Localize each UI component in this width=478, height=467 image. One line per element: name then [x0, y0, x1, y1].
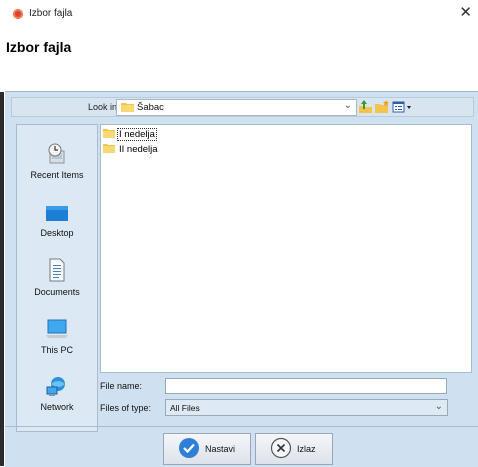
recent-items-icon — [17, 143, 97, 167]
look-in-bar: Look in: Šabac ⌄ — [11, 97, 474, 117]
file-name-field[interactable] — [165, 378, 447, 394]
sidebar-item-desktop[interactable]: Desktop — [17, 203, 97, 238]
file-type-label: Files of type: — [100, 403, 152, 413]
ok-button-label: Nastavi — [205, 444, 236, 454]
sidebar-item-recent-items[interactable]: Recent Items — [17, 143, 97, 180]
dialog-heading: Izbor fajla — [6, 39, 72, 55]
file-name: II nedelja — [119, 143, 158, 155]
file-type-select[interactable]: All Files ⌄ — [165, 399, 448, 416]
app-icon — [13, 9, 23, 19]
sidebar-item-network[interactable]: Network — [17, 375, 97, 412]
button-divider — [5, 426, 478, 427]
look-in-combo[interactable]: Šabac ⌄ — [116, 99, 357, 116]
chooser-panel: Look in: Šabac ⌄ Recent Items Desktop Do… — [5, 91, 478, 467]
look-in-value: Šabac — [137, 102, 164, 113]
window-title: Izbor fajla — [29, 8, 73, 19]
sidebar-item-label: Network — [40, 402, 74, 412]
documents-icon — [17, 258, 97, 284]
file-list[interactable]: I nedelja II nedelja — [100, 124, 472, 373]
sidebar-item-label: Desktop — [40, 228, 74, 238]
places-sidebar: Recent Items Desktop Documents This PC N… — [16, 124, 98, 432]
ok-button[interactable]: Nastavi — [163, 433, 251, 465]
cancel-button-label: Izlaz — [297, 444, 316, 454]
check-icon — [178, 437, 200, 461]
new-folder-icon[interactable] — [375, 100, 390, 114]
view-menu-icon[interactable] — [392, 100, 414, 114]
folder-icon — [121, 102, 134, 112]
file-type-value: All Files — [170, 403, 200, 413]
chevron-down-icon: ⌄ — [343, 100, 352, 111]
sidebar-item-documents[interactable]: Documents — [17, 258, 97, 297]
file-name: I nedelja — [117, 127, 157, 141]
file-chooser-window: Izbor fajla ✕ Izbor fajla Look in: Šabac… — [0, 0, 478, 467]
sidebar-item-label: This PC — [40, 345, 73, 355]
close-icon[interactable]: ✕ — [459, 3, 472, 21]
folder-icon — [103, 143, 115, 156]
chevron-down-icon: ⌄ — [434, 401, 443, 412]
file-name-label: File name: — [100, 381, 143, 391]
sidebar-item-this-pc[interactable]: This PC — [17, 318, 97, 355]
cancel-x-icon — [270, 437, 292, 461]
look-in-label: Look in: — [88, 102, 120, 112]
up-one-level-icon[interactable] — [358, 100, 373, 114]
sidebar-item-label: Documents — [34, 287, 80, 297]
desktop-icon — [17, 203, 97, 225]
this-pc-icon — [17, 318, 97, 342]
list-item[interactable]: II nedelja — [103, 143, 159, 155]
list-item[interactable]: I nedelja — [103, 127, 157, 141]
title-bar[interactable]: Izbor fajla ✕ — [4, 0, 478, 40]
network-icon — [17, 375, 97, 399]
sidebar-item-label: Recent Items — [30, 170, 84, 180]
cancel-button[interactable]: Izlaz — [255, 433, 333, 465]
window-left-edge — [0, 0, 4, 466]
folder-icon — [103, 128, 115, 141]
